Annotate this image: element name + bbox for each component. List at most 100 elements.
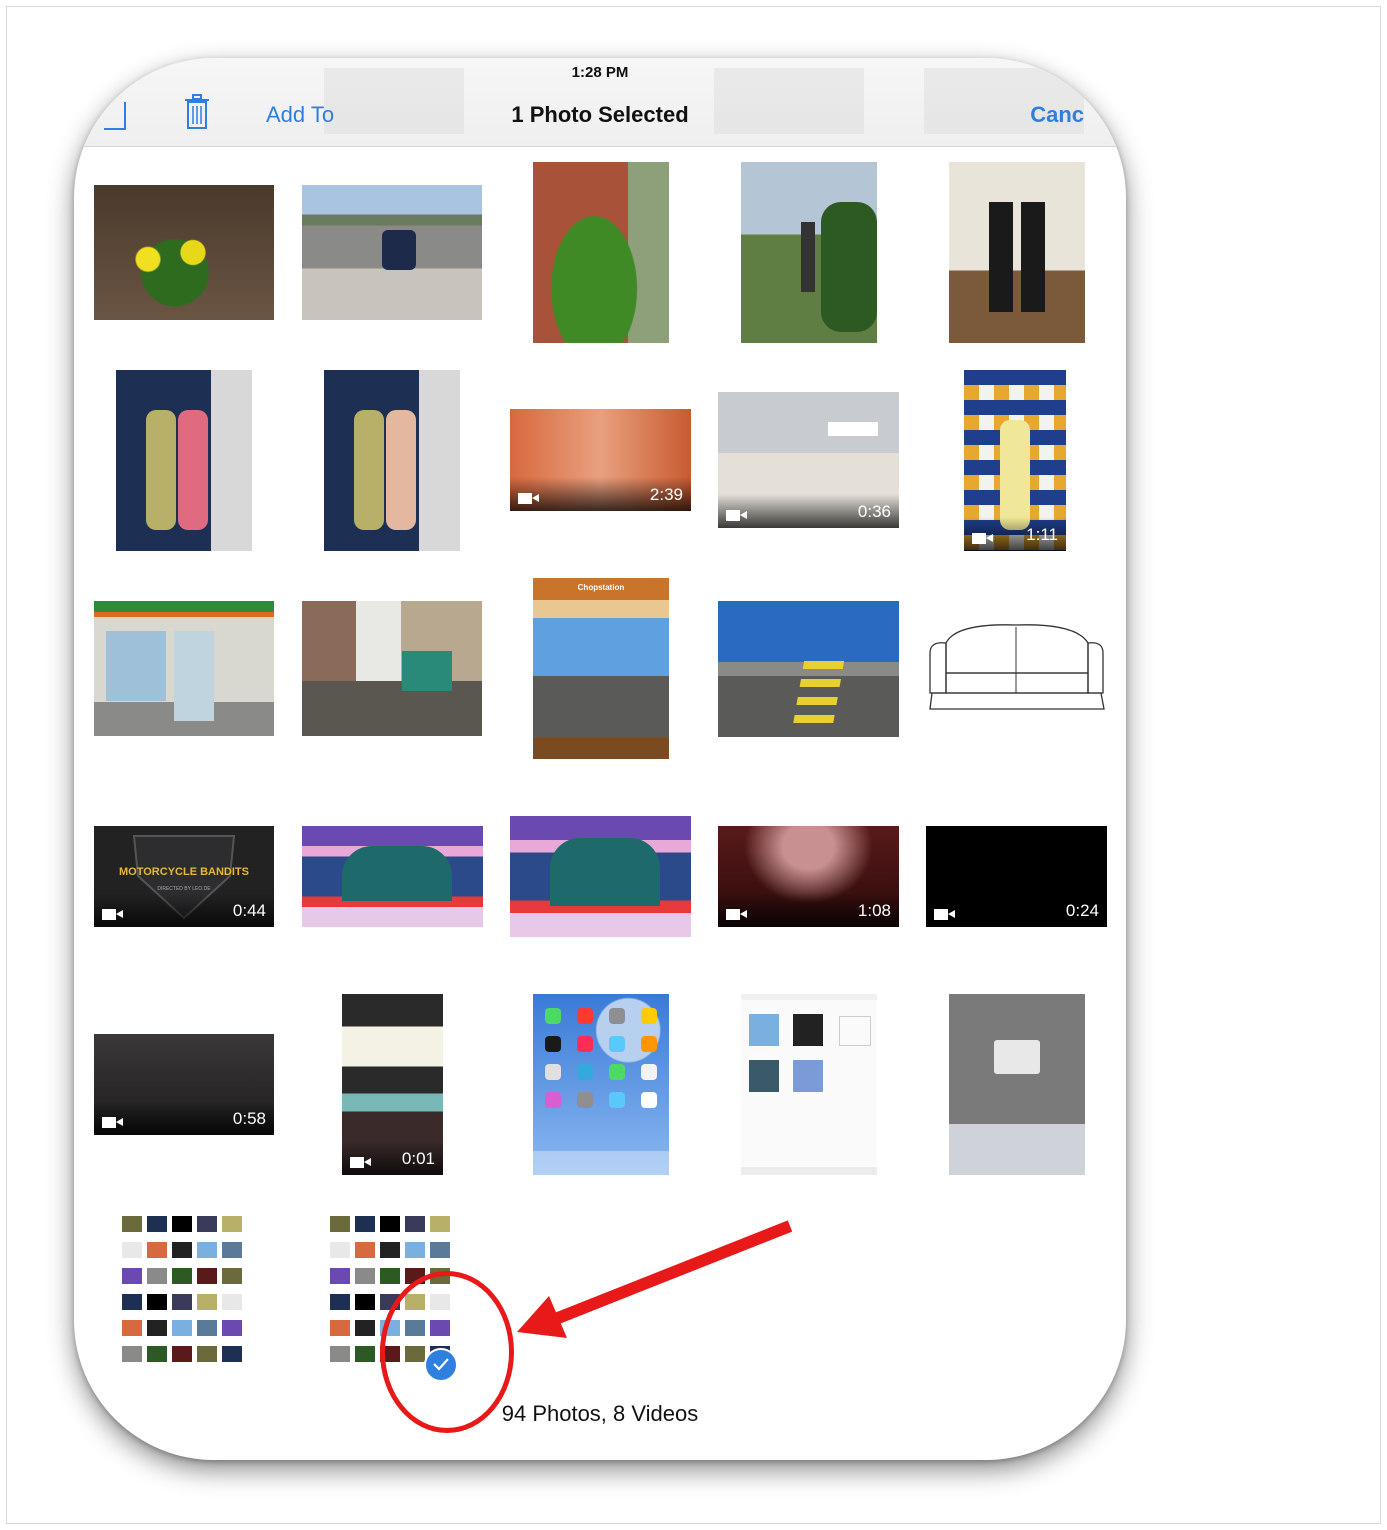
mini-thumb (330, 1268, 350, 1284)
mini-thumb (330, 1294, 350, 1310)
mini-thumb (172, 1242, 192, 1258)
app-icon (577, 1008, 593, 1024)
app-screenshot-thumbnail[interactable] (533, 994, 669, 1175)
mini-thumb (172, 1268, 192, 1284)
annotation-arrow-icon (517, 1220, 793, 1338)
video-thumbnail[interactable]: MOTORCYCLE BANDITS DIRECTED BY LEO.DE 0:… (94, 826, 274, 927)
mini-thumb (380, 1242, 400, 1258)
video-thumbnail[interactable]: 1:08 (718, 826, 899, 927)
app-icon (641, 1064, 657, 1080)
app-icon (609, 1064, 625, 1080)
app-icon (609, 1008, 625, 1024)
mini-thumb (172, 1294, 192, 1310)
photo-thumbnail[interactable] (741, 162, 877, 343)
mini-thumb (330, 1346, 350, 1362)
video-thumbnail[interactable]: 2:39 (510, 409, 691, 511)
annotation-circle (380, 1271, 514, 1433)
mini-thumb (222, 1346, 242, 1362)
video-thumbnail[interactable]: 0:58 (94, 1034, 274, 1135)
mini-thumb (147, 1268, 167, 1284)
video-thumbnail[interactable]: 1:11 (964, 370, 1066, 551)
mini-thumb (122, 1216, 142, 1232)
app-icon (545, 1008, 561, 1024)
video-duration: 0:24 (1065, 901, 1099, 920)
video-camera-icon (726, 510, 747, 521)
mini-thumb (122, 1320, 142, 1336)
mini-thumb (380, 1268, 400, 1284)
video-duration: 0:58 (232, 1109, 266, 1128)
app-screenshot-thumbnail[interactable] (741, 994, 877, 1175)
photo-thumbnail[interactable] (533, 162, 669, 343)
mini-thumb (197, 1216, 217, 1232)
photo-thumbnail[interactable] (116, 370, 252, 551)
app-icon (609, 1092, 625, 1108)
app-icon (577, 1092, 593, 1108)
video-duration: 2:39 (649, 485, 683, 504)
mini-thumb (355, 1294, 375, 1310)
video-camera-icon (934, 909, 955, 920)
mini-thumb (222, 1216, 242, 1232)
mini-thumb (430, 1242, 450, 1258)
mini-thumb (197, 1242, 217, 1258)
video-duration: 1:08 (857, 901, 891, 920)
video-title: MOTORCYCLE BANDITS (119, 866, 249, 878)
video-duration: 0:44 (232, 901, 266, 920)
mini-thumb (405, 1216, 425, 1232)
video-thumbnail[interactable]: 0:36 (718, 392, 899, 528)
mini-thumb (147, 1216, 167, 1232)
mini-thumb (355, 1268, 375, 1284)
status-time: 1:28 PM (571, 64, 629, 81)
mini-thumb (147, 1320, 167, 1336)
video-duration: 0:01 (401, 1149, 435, 1168)
mini-thumb (222, 1294, 242, 1310)
mini-thumb (330, 1320, 350, 1336)
photo-thumbnail[interactable] (302, 185, 482, 320)
cancel-button[interactable]: Canc (1030, 102, 1084, 128)
mini-thumb (222, 1242, 242, 1258)
mini-thumb (222, 1268, 242, 1284)
mini-thumb (380, 1216, 400, 1232)
mini-thumb (330, 1242, 350, 1258)
photo-thumbnail[interactable] (94, 185, 274, 320)
photo-thumbnail[interactable] (510, 816, 691, 937)
video-thumbnail[interactable]: 0:24 (926, 826, 1107, 927)
mini-thumb (355, 1216, 375, 1232)
video-camera-icon (102, 1117, 123, 1128)
video-thumbnail[interactable]: 0:01 (342, 994, 443, 1175)
mini-thumb (197, 1346, 217, 1362)
video-subtitle: DIRECTED BY LEO.DE (157, 886, 211, 892)
app-icon (641, 1092, 657, 1108)
mini-thumb (355, 1242, 375, 1258)
mini-thumb (122, 1346, 142, 1362)
app-screenshot-thumbnail[interactable]: Chopstation (533, 578, 669, 759)
app-icon (545, 1092, 561, 1108)
photo-thumbnail[interactable] (302, 601, 482, 736)
mini-thumb (197, 1294, 217, 1310)
app-icon (577, 1036, 593, 1052)
photo-thumbnail[interactable] (94, 601, 274, 736)
mini-thumb (330, 1216, 350, 1232)
video-camera-icon (972, 533, 993, 544)
mini-thumb (122, 1268, 142, 1284)
mini-thumb (405, 1242, 425, 1258)
photo-thumbnail[interactable] (324, 370, 460, 551)
photo-thumbnail[interactable] (926, 613, 1107, 723)
app-icon (641, 1036, 657, 1052)
photo-thumbnail[interactable] (949, 162, 1085, 343)
mini-thumb (147, 1242, 167, 1258)
video-camera-icon (350, 1157, 371, 1168)
app-title: Chopstation (577, 583, 625, 592)
photo-thumbnail[interactable] (302, 826, 483, 927)
app-icon (545, 1036, 561, 1052)
app-screenshot-thumbnail[interactable] (949, 994, 1085, 1175)
library-count: 94 Photos, 8 Videos (501, 1401, 699, 1426)
app-icon (577, 1064, 593, 1080)
video-camera-icon (518, 493, 539, 504)
photo-thumbnail[interactable] (718, 601, 899, 737)
app-icon (641, 1008, 657, 1024)
mini-thumb (197, 1268, 217, 1284)
mini-thumb (172, 1320, 192, 1336)
mini-thumb (355, 1346, 375, 1362)
mini-thumb (122, 1242, 142, 1258)
app-screenshot-thumbnail[interactable] (116, 1202, 252, 1383)
